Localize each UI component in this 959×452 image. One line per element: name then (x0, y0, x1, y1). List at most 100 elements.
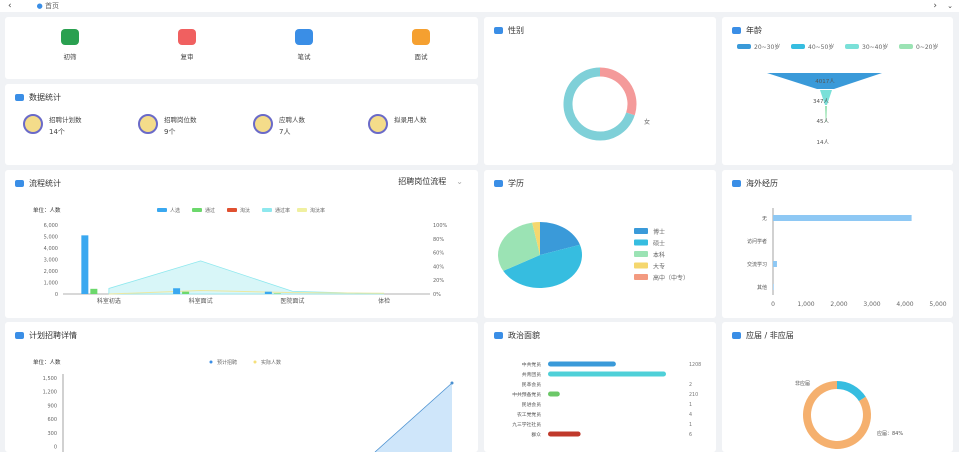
legend-label: 高中（中专） (653, 274, 689, 282)
quick-action-icon (61, 29, 79, 45)
stat-item: 应聘人数 7人 (253, 114, 305, 137)
funnel-label: 347人 (813, 98, 829, 105)
unit-label: 单位：人数 (33, 358, 61, 366)
y-tick: 访问学者 (747, 238, 767, 245)
stat-icon (138, 114, 158, 134)
legend-label: 博士 (653, 228, 665, 236)
y-tick: 1,500 (43, 376, 57, 382)
x-tick: 科室初选 (97, 297, 121, 305)
y-tick: 1,200 (43, 390, 57, 396)
row-value: 2 (689, 382, 692, 388)
legend-label: 通过 (205, 207, 215, 214)
stat-value: 9个 (164, 128, 176, 136)
process-card: 流程统计 招聘岗位流程 ⌄ 单位：人数 人选 通过 淘汰 通过率 淘汰率 6,000 5,000… (5, 170, 478, 318)
legend-label: 20~30岁 (754, 43, 780, 51)
legend-swatch (634, 251, 648, 257)
legend-swatch (157, 208, 167, 212)
gender-label: 女 (644, 118, 650, 126)
stat-item: 招聘岗位数 9个 (138, 114, 197, 137)
gender-segment-0 (599, 67, 637, 116)
legend-label: 40~50岁 (808, 43, 834, 51)
legend-label: 预计招聘 (217, 359, 237, 366)
bar-人选 (264, 291, 272, 294)
y-tick: 其他 (757, 284, 767, 291)
quick-action-icon (178, 29, 196, 45)
bar-通过 (273, 293, 281, 294)
x-tick: 0 (771, 301, 775, 308)
legend-swatch (634, 239, 648, 246)
y-tick: 600 (47, 417, 57, 423)
quick-action-3[interactable]: 面试 (391, 29, 451, 61)
stat-icon (23, 114, 43, 134)
x-tick: 5,000 (929, 301, 946, 308)
y-tick: 2,000 (44, 269, 58, 275)
row-label: 民革会员 (522, 381, 541, 388)
tab-home[interactable]: ● 首页 (37, 1, 59, 11)
stat-label: 拟录用人数 (394, 116, 427, 124)
legend-label: 实际人数 (261, 359, 281, 366)
y2-tick: 80% (433, 237, 444, 243)
quick-action-label: 笔试 (297, 53, 311, 61)
stat-item: 招聘计划数 14个 (23, 114, 82, 137)
bar (548, 361, 616, 367)
legend-swatch (634, 274, 648, 280)
row-label: 共青团员 (522, 371, 541, 378)
x-tick: 医院面试 (280, 297, 304, 305)
y-tick: 3,000 (44, 258, 58, 264)
legend-label: 本科 (653, 251, 665, 259)
x-tick: 3,000 (863, 301, 880, 308)
x-tick: 1,000 (797, 301, 814, 308)
quick-action-label: 面试 (414, 53, 428, 61)
row-value: 6 (689, 432, 692, 438)
legend-swatch (791, 44, 805, 49)
funnel-label: 45人 (817, 118, 830, 125)
stat-value: 7人 (279, 128, 291, 136)
age-card: 年龄 20~30岁 40~50岁 30~40岁 0~20岁 4017人 347人 45人 14… (722, 17, 953, 165)
stat-icon (253, 114, 273, 134)
top-bar: ‹ ● 首页 › ⌄ (0, 0, 959, 12)
forward-icon[interactable]: › (933, 1, 937, 11)
data-stats-card: 数据统计 招聘计划数 14个 招聘岗位数 9个 应聘人数 7人 拟录用人数 (5, 84, 478, 165)
stat-item: 拟录用人数 (368, 114, 427, 134)
legend-label: 30~40岁 (862, 43, 888, 51)
legend-label: 淘汰 (240, 207, 250, 214)
back-icon[interactable]: ‹ (8, 1, 12, 11)
stat-label: 应聘人数 (279, 116, 305, 124)
legend-label: 淘汰率 (310, 207, 325, 214)
y2-tick: 60% (433, 251, 444, 257)
y-tick: 900 (47, 403, 57, 409)
funnel-label: 14人 (817, 139, 830, 146)
unit-label: 单位：人数 (33, 206, 61, 214)
legend-marker (209, 360, 213, 364)
y2-tick: 20% (433, 278, 444, 284)
row-label: 群众 (531, 431, 541, 438)
overseas-card: 海外经历 无访问学者 交流学习 其他 0 1,000 2,000 3,000 4,000 5,0… (722, 170, 953, 318)
x-tick: 4,000 (896, 301, 913, 308)
row-value: 210 (689, 392, 698, 398)
x-tick: 科室面试 (189, 297, 213, 305)
quick-action-1[interactable]: 复审 (157, 29, 217, 61)
legend-marker (253, 360, 257, 364)
bar-人选 (81, 235, 89, 294)
row-label: 中共党员 (522, 361, 541, 368)
y2-tick: 100% (433, 223, 448, 229)
legend-swatch (262, 208, 272, 212)
legend-label: 0~20岁 (916, 43, 938, 51)
quick-action-0[interactable]: 初筛 (40, 29, 100, 61)
bar (548, 431, 581, 437)
y2-tick: 40% (433, 264, 444, 270)
bar (548, 371, 666, 377)
bar (773, 284, 774, 290)
row-value: 4 (689, 412, 692, 418)
bar-人选 (173, 288, 181, 294)
y-tick: 300 (47, 431, 57, 437)
fresh-segment-0 (836, 381, 866, 402)
dropdown-icon[interactable]: ⌄ (947, 2, 953, 10)
row-label: 农工党党员 (517, 411, 541, 418)
y-tick: 1,000 (44, 281, 58, 287)
legend-swatch (899, 44, 913, 49)
legend-swatch (634, 228, 648, 234)
pie-icon (15, 94, 24, 101)
donut-label: 应届：84% (877, 430, 903, 437)
quick-action-2[interactable]: 笔试 (274, 29, 334, 61)
